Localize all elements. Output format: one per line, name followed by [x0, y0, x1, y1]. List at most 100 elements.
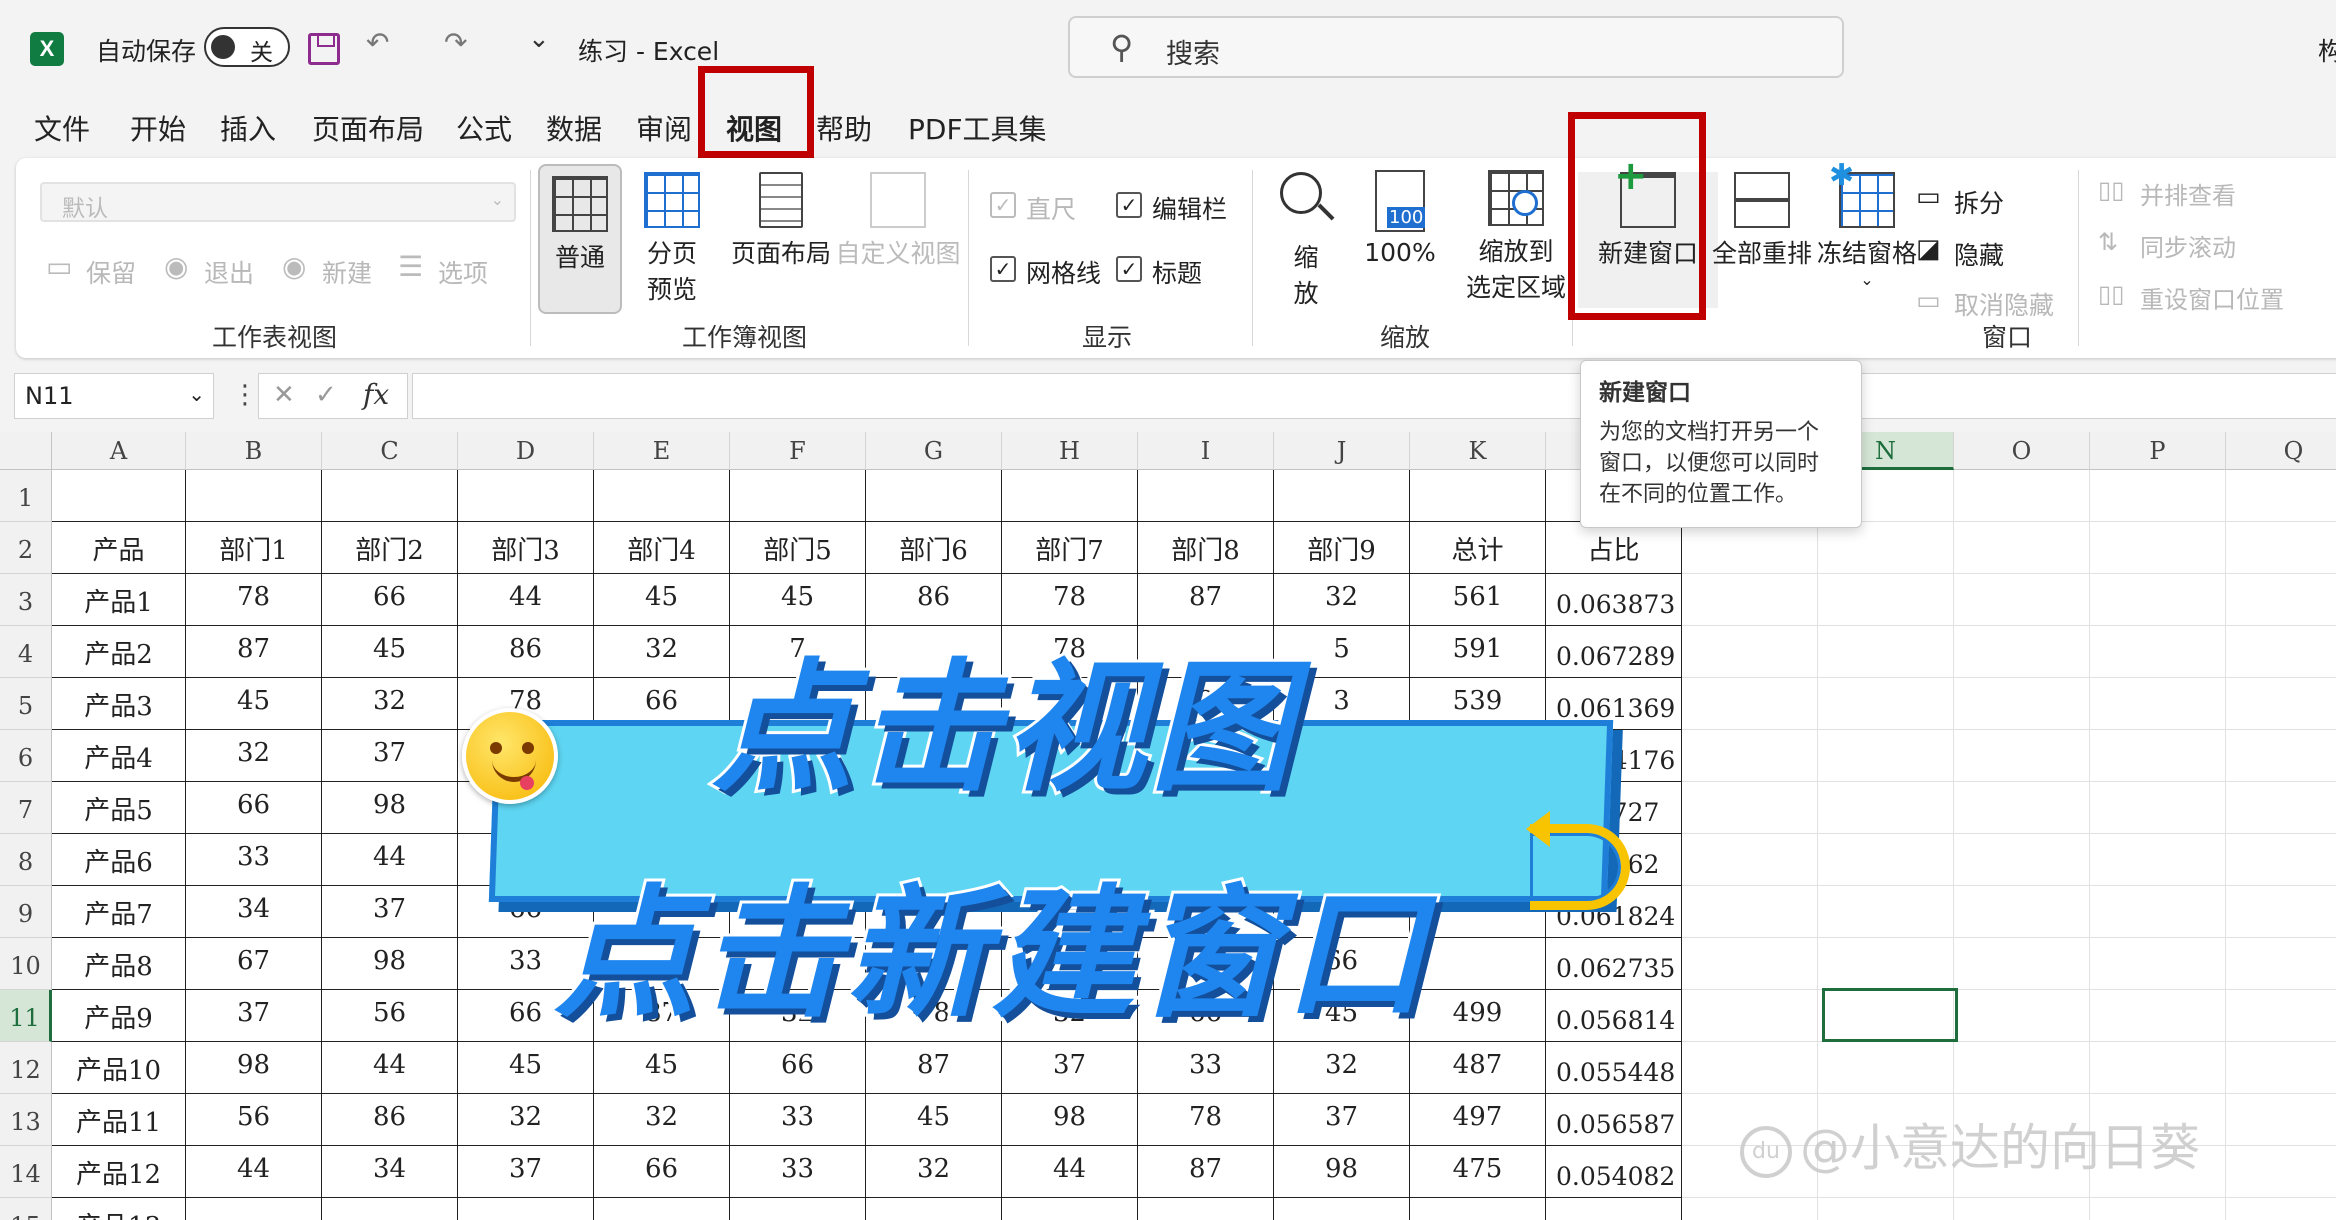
- table-header-cell[interactable]: 产品: [52, 522, 186, 574]
- hide-button[interactable]: 隐藏: [1954, 236, 2004, 272]
- formula-input[interactable]: [412, 373, 2336, 419]
- normal-view-button[interactable]: 普通: [538, 164, 622, 314]
- table-header-cell[interactable]: 占比: [1546, 522, 1682, 574]
- autosave-toggle[interactable]: 关: [204, 27, 290, 67]
- column-header-k[interactable]: K: [1410, 432, 1546, 470]
- column-header-p[interactable]: P: [2090, 432, 2226, 470]
- table-cell[interactable]: 33: [186, 834, 322, 886]
- formula-bar-checkbox[interactable]: ✓: [1116, 192, 1142, 218]
- cell-empty[interactable]: [2090, 782, 2226, 834]
- table-cell[interactable]: 产品8: [52, 938, 186, 990]
- table-cell[interactable]: 产品12: [52, 1146, 186, 1198]
- table-cell[interactable]: 66: [186, 782, 322, 834]
- column-header-f[interactable]: F: [730, 432, 866, 470]
- table-cell[interactable]: [322, 1198, 458, 1220]
- new-view-button[interactable]: 新建: [322, 254, 372, 290]
- keep-button[interactable]: 保留: [86, 254, 136, 290]
- table-cell[interactable]: 0.056587: [1546, 1094, 1682, 1146]
- cell-empty[interactable]: [2090, 1042, 2226, 1094]
- table-cell[interactable]: 499: [1410, 990, 1546, 1042]
- cell-empty[interactable]: [1954, 782, 2090, 834]
- table-cell[interactable]: 34: [322, 1146, 458, 1198]
- table-cell[interactable]: 产品7: [52, 886, 186, 938]
- cell-empty[interactable]: [866, 470, 1002, 522]
- table-cell[interactable]: 86: [322, 1094, 458, 1146]
- tab-pdf-tools[interactable]: PDF工具集: [908, 108, 1047, 148]
- cell-empty[interactable]: [322, 470, 458, 522]
- row-header-10[interactable]: 10: [0, 938, 52, 990]
- table-cell[interactable]: 产品5: [52, 782, 186, 834]
- table-cell[interactable]: 产品2: [52, 626, 186, 678]
- cell-empty[interactable]: [2090, 938, 2226, 990]
- cell-empty[interactable]: [2226, 574, 2336, 626]
- cell-empty[interactable]: [2226, 938, 2336, 990]
- table-header-cell[interactable]: 总计: [1410, 522, 1546, 574]
- table-cell[interactable]: 44: [186, 1146, 322, 1198]
- row-header-1[interactable]: 1: [0, 470, 52, 522]
- table-cell[interactable]: [594, 1198, 730, 1220]
- cell-empty[interactable]: [1138, 470, 1274, 522]
- cell-empty[interactable]: [1954, 522, 2090, 574]
- row-header-2[interactable]: 2: [0, 522, 52, 574]
- cell-empty[interactable]: [2226, 1042, 2336, 1094]
- table-header-cell[interactable]: 部门7: [1002, 522, 1138, 574]
- cell-empty[interactable]: [1818, 522, 1954, 574]
- table-cell[interactable]: 32: [1274, 1042, 1410, 1094]
- headings-checkbox[interactable]: ✓: [1116, 256, 1142, 282]
- cell-empty[interactable]: [1682, 782, 1818, 834]
- table-cell[interactable]: 56: [322, 990, 458, 1042]
- column-header-d[interactable]: D: [458, 432, 594, 470]
- cell-empty[interactable]: [2090, 834, 2226, 886]
- cell-empty[interactable]: [1818, 886, 1954, 938]
- gridlines-checkbox[interactable]: ✓: [990, 256, 1016, 282]
- table-cell[interactable]: 32: [458, 1094, 594, 1146]
- table-cell[interactable]: [1410, 1198, 1546, 1220]
- sync-scroll-button[interactable]: 同步滚动: [2140, 228, 2236, 263]
- table-cell[interactable]: [1410, 938, 1546, 990]
- row-header-12[interactable]: 12: [0, 1042, 52, 1094]
- column-header-o[interactable]: O: [1954, 432, 2090, 470]
- cell-empty[interactable]: [2090, 522, 2226, 574]
- table-cell[interactable]: [458, 1198, 594, 1220]
- cancel-icon[interactable]: ✕: [273, 380, 295, 410]
- table-cell[interactable]: 32: [594, 1094, 730, 1146]
- tab-data[interactable]: 数据: [546, 108, 602, 148]
- row-header-3[interactable]: 3: [0, 574, 52, 626]
- new-window-button[interactable]: + 新建窗口: [1578, 156, 1718, 308]
- table-cell[interactable]: 44: [322, 1042, 458, 1094]
- table-cell[interactable]: 32: [866, 1146, 1002, 1198]
- cell-empty[interactable]: [1954, 678, 2090, 730]
- table-cell[interactable]: 45: [458, 1042, 594, 1094]
- column-header-e[interactable]: E: [594, 432, 730, 470]
- table-cell[interactable]: 44: [1002, 1146, 1138, 1198]
- cell-empty[interactable]: [2090, 990, 2226, 1042]
- table-cell[interactable]: 45: [594, 574, 730, 626]
- cell-empty[interactable]: [1682, 834, 1818, 886]
- tab-page-layout[interactable]: 页面布局: [312, 108, 424, 148]
- table-cell[interactable]: 产品3: [52, 678, 186, 730]
- table-cell[interactable]: 44: [458, 574, 594, 626]
- table-header-cell[interactable]: 部门3: [458, 522, 594, 574]
- cell-empty[interactable]: [1954, 886, 2090, 938]
- cell-empty[interactable]: [458, 470, 594, 522]
- table-cell[interactable]: 32: [594, 626, 730, 678]
- row-header-8[interactable]: 8: [0, 834, 52, 886]
- cell-empty[interactable]: [2226, 1094, 2336, 1146]
- select-all-corner[interactable]: [0, 432, 52, 470]
- row-header-5[interactable]: 5: [0, 678, 52, 730]
- table-cell[interactable]: 0.062735: [1546, 938, 1682, 990]
- table-cell[interactable]: 67: [186, 938, 322, 990]
- table-cell[interactable]: 32: [322, 678, 458, 730]
- table-cell[interactable]: 0.055448: [1546, 1042, 1682, 1094]
- cell-empty[interactable]: [2226, 678, 2336, 730]
- tab-home[interactable]: 开始: [130, 108, 186, 148]
- table-cell[interactable]: 497: [1410, 1094, 1546, 1146]
- ruler-checkbox[interactable]: ✓: [990, 192, 1016, 218]
- cell-empty[interactable]: [2226, 626, 2336, 678]
- table-cell[interactable]: [730, 1198, 866, 1220]
- tab-insert[interactable]: 插入: [220, 108, 276, 148]
- cell-empty[interactable]: [1954, 1042, 2090, 1094]
- cell-empty[interactable]: [2226, 730, 2336, 782]
- table-cell[interactable]: 98: [186, 1042, 322, 1094]
- column-header-a[interactable]: A: [52, 432, 186, 470]
